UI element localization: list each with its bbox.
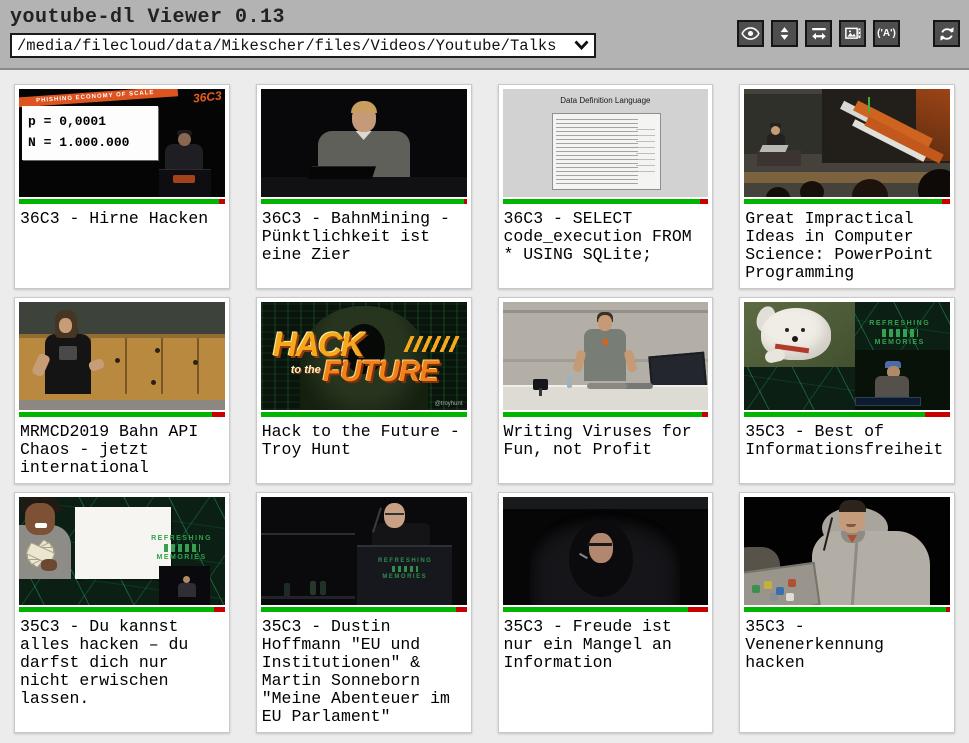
video-thumbnail: HACK to the FUTURE @troyhunt — [261, 302, 467, 410]
thumbnail-banner: PHISHING ECONOMY OF SCALE — [19, 89, 178, 108]
video-card[interactable]: Great Impractical Ideas in Computer Scie… — [739, 84, 955, 289]
video-thumbnail — [744, 89, 950, 197]
video-title: MRMCD2019 Bahn API Chaos - jetzt interna… — [19, 417, 225, 479]
watch-progress-bar — [503, 607, 709, 612]
logo-text: to the — [291, 365, 321, 376]
antenna-icon: ('A') — [877, 29, 896, 39]
card-width-button[interactable] — [805, 20, 832, 47]
video-grid: PHISHING ECONOMY OF SCALE p = 0,0001 N =… — [0, 70, 969, 743]
watch-progress-bar — [503, 199, 709, 204]
watch-progress-bar — [19, 412, 225, 417]
video-card[interactable]: PHISHING ECONOMY OF SCALE p = 0,0001 N =… — [14, 84, 230, 289]
video-thumbnail — [503, 302, 709, 410]
watch-progress-bar — [503, 412, 709, 417]
width-arrows-icon — [810, 25, 828, 43]
refreshing-memories-logo: REFRESHINGMEMORIES — [145, 534, 219, 562]
video-card[interactable]: REFRESHINGMEMORIES 35C3 - Dustin Hoffman… — [256, 492, 472, 733]
video-thumbnail: REFRESHINGMEMORIES — [744, 302, 950, 410]
video-title: Writing Viruses for Fun, not Profit — [503, 417, 709, 461]
thumbnail-mode-button[interactable] — [839, 20, 866, 47]
video-title: 36C3 - Hirne Hacken — [19, 204, 225, 230]
video-thumbnail: Data Definition Language — [503, 89, 709, 197]
watch-progress-bar — [19, 607, 225, 612]
video-card[interactable]: 35C3 - Freude ist nur ein Mangel an Info… — [498, 492, 714, 733]
video-title: 35C3 - Best of Informationsfreiheit — [744, 417, 950, 461]
video-title: 35C3 - Du kannst alles hacken – du darfs… — [19, 612, 225, 710]
stream-mode-button[interactable]: ('A') — [873, 20, 900, 47]
video-thumbnail — [503, 497, 709, 605]
video-thumbnail — [744, 497, 950, 605]
watch-progress-bar — [19, 199, 225, 204]
eye-icon — [741, 24, 760, 43]
video-card[interactable]: REFRESHINGMEMORIES 35C3 - Best of Inform… — [739, 297, 955, 484]
path-dropdown[interactable]: /media/filecloud/data/Mikescher/files/Vi… — [10, 33, 596, 58]
refreshing-memories-logo: REFRESHINGMEMORIES — [378, 557, 431, 581]
video-title: 35C3 - Freude ist nur ein Mangel an Info… — [503, 612, 709, 674]
video-title: 36C3 - SELECT code_execution FROM * USIN… — [503, 204, 709, 266]
watch-progress-bar — [744, 607, 950, 612]
sort-arrows-icon — [776, 25, 793, 42]
video-thumbnail: REFRESHINGMEMORIES — [261, 497, 467, 605]
reload-button[interactable] — [933, 20, 960, 47]
chevron-down-icon — [574, 37, 589, 55]
app-header: youtube-dl Viewer 0.13 /media/filecloud/… — [0, 0, 969, 70]
video-card[interactable]: 36C3 - BahnMining - Pünktlichkeit ist ei… — [256, 84, 472, 289]
sort-order-button[interactable] — [771, 20, 798, 47]
video-thumbnail — [261, 89, 467, 197]
video-thumbnail: REFRESHINGMEMORIES — [19, 497, 225, 605]
video-card[interactable]: MRMCD2019 Bahn API Chaos - jetzt interna… — [14, 297, 230, 484]
watch-progress-bar — [261, 607, 467, 612]
video-card[interactable]: REFRESHINGMEMORIES 35C3 - Du kannst alle… — [14, 492, 230, 733]
watch-progress-bar — [261, 412, 467, 417]
refreshing-memories-logo: REFRESHINGMEMORIES — [860, 319, 940, 347]
refresh-icon — [938, 25, 956, 43]
display-mode-button[interactable] — [737, 20, 764, 47]
image-icon — [844, 25, 862, 43]
watch-progress-bar — [744, 412, 950, 417]
video-card[interactable]: Data Definition Language 36C3 - SELECT c… — [498, 84, 714, 289]
video-title: 35C3 - Dustin Hoffmann "EU und Instituti… — [261, 612, 467, 728]
slide-heading: Data Definition Language — [503, 96, 709, 105]
video-title: 36C3 - BahnMining - Pünktlichkeit ist ei… — [261, 204, 467, 266]
video-thumbnail: PHISHING ECONOMY OF SCALE p = 0,0001 N =… — [19, 89, 225, 197]
video-title: 35C3 - Venenerkennung hacken — [744, 612, 950, 674]
event-logo: 36C3 — [193, 90, 223, 105]
thumbnail-stats: p = 0,0001 N = 1.000.000 — [22, 106, 158, 160]
video-card[interactable]: 35C3 - Venenerkennung hacken — [739, 492, 955, 733]
path-dropdown-value: /media/filecloud/data/Mikescher/files/Vi… — [17, 37, 557, 55]
video-card[interactable]: Writing Viruses for Fun, not Profit — [498, 297, 714, 484]
video-card[interactable]: HACK to the FUTURE @troyhunt Hack to the… — [256, 297, 472, 484]
logo-text: FUTURE — [323, 357, 439, 387]
toolbar: ('A') — [737, 20, 960, 47]
credit-text: @troyhunt — [435, 401, 463, 408]
video-title: Hack to the Future - Troy Hunt — [261, 417, 467, 461]
video-title: Great Impractical Ideas in Computer Scie… — [744, 204, 950, 284]
video-thumbnail — [19, 302, 225, 410]
watch-progress-bar — [744, 199, 950, 204]
watch-progress-bar — [261, 199, 467, 204]
